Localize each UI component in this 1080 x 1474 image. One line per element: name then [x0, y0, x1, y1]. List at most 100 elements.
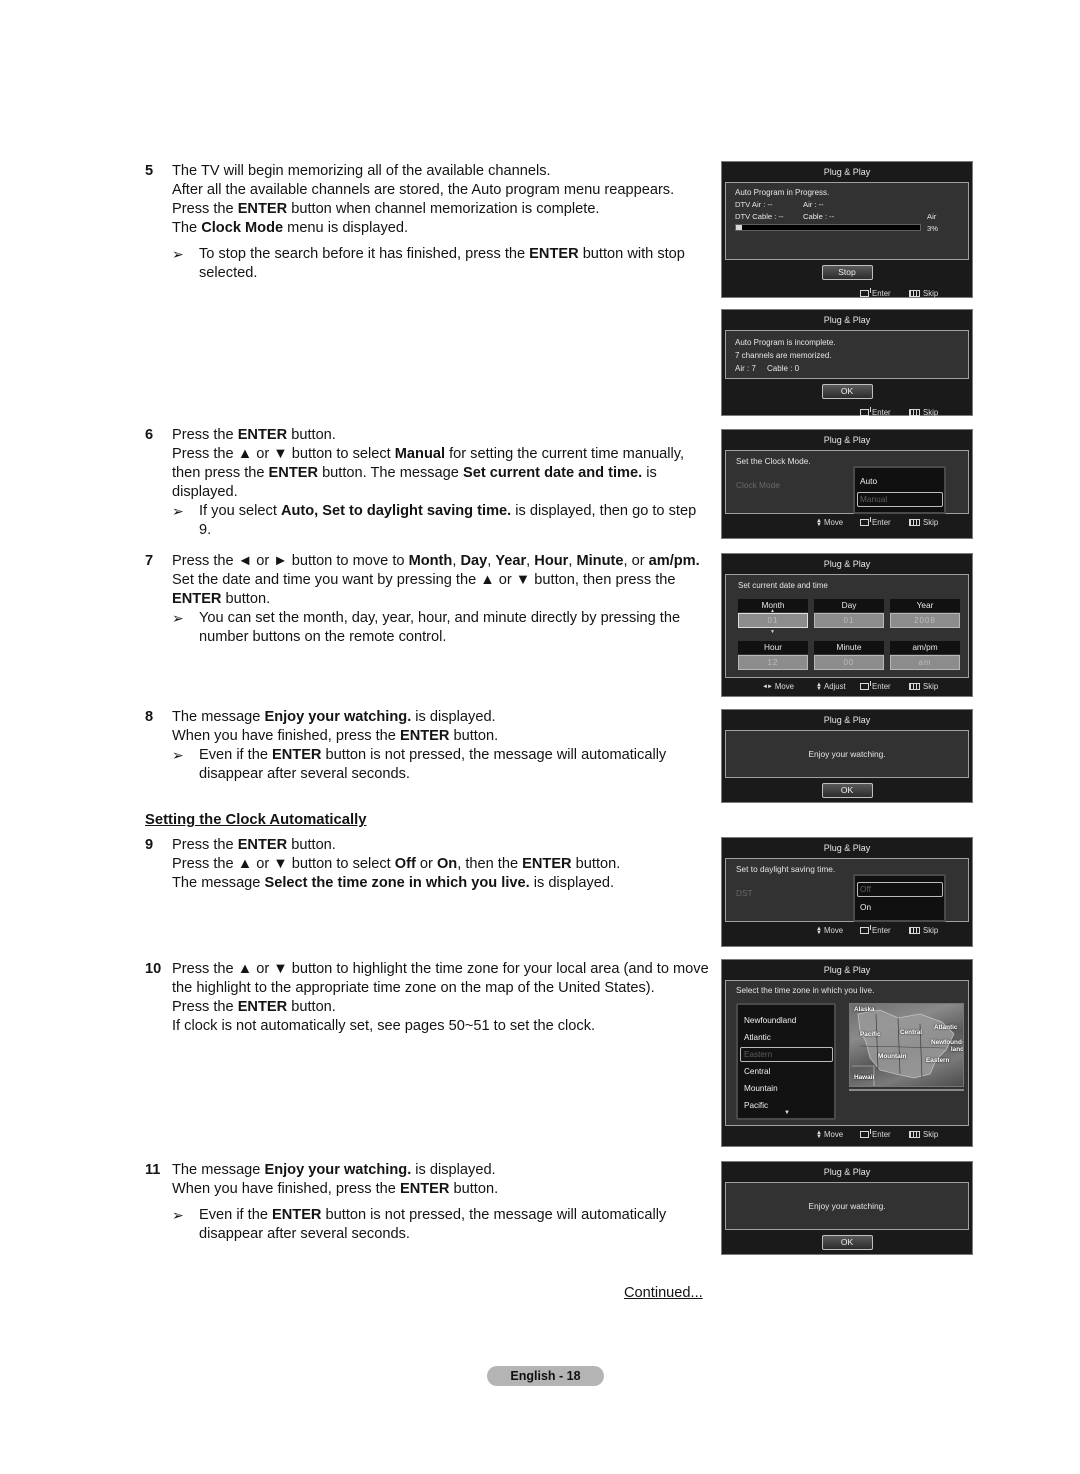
osd-footer: Enter Skip — [722, 404, 972, 422]
skip-hint: Skip — [909, 682, 938, 691]
progress-bar — [735, 224, 921, 231]
step-number: 7 — [145, 553, 154, 569]
up-down-icon: ▲ ▼ — [816, 1129, 822, 1140]
zone-atlantic[interactable]: Atlantic — [740, 1030, 833, 1045]
stop-button[interactable]: Stop — [821, 265, 873, 280]
enter-icon — [860, 407, 871, 416]
zone-newfoundland[interactable]: Newfoundland — [740, 1013, 833, 1028]
scroll-down-icon[interactable]: ▼ — [784, 1110, 790, 1116]
dtv-air-count: DTV Air : -- — [735, 200, 773, 209]
text: or — [415, 856, 437, 872]
zone-eastern[interactable]: Eastern — [740, 1047, 833, 1062]
day-field[interactable]: Day 01 — [814, 599, 884, 628]
dst-message: Set to daylight saving time. — [736, 864, 836, 874]
step-11: 11 The message Enjoy your watching. is di… — [145, 1161, 710, 1244]
note-arrow-icon: ➢ — [172, 503, 184, 519]
skip-hint: Skip — [909, 289, 938, 298]
emphasis-text: Select the time zone in which you live. — [264, 875, 530, 891]
hour-field[interactable]: Hour 12 — [738, 641, 808, 670]
month-field[interactable]: Month 01 ▲ ▼ — [738, 599, 808, 635]
map-label-newfoundland: Newfound-land — [930, 1039, 964, 1053]
map-label-mountain: Mountain — [878, 1053, 907, 1060]
text: If you select — [199, 503, 281, 519]
menu-skip-icon — [909, 1131, 920, 1138]
skip-hint: Skip — [909, 1130, 938, 1139]
zone-mountain[interactable]: Mountain — [740, 1081, 833, 1096]
map-label-eastern: Eastern — [926, 1057, 950, 1064]
osd-enjoy-watching: Plug & Play Enjoy your watching. OK — [721, 709, 973, 803]
map-label-pacific: Pacific — [860, 1031, 881, 1038]
move-hint: ▲ ▼ Move — [816, 1129, 844, 1140]
enter-hint: Enter — [860, 288, 891, 298]
osd-panel: Set to daylight saving time. DST : Off O… — [725, 858, 969, 922]
step-line: When you have finished, press the ENTER … — [172, 727, 710, 746]
option-manual[interactable]: Manual — [857, 492, 943, 507]
page-number-badge: English - 18 — [487, 1366, 604, 1386]
dst-dropdown[interactable]: Off On — [853, 874, 946, 922]
cable-count: Cable : -- — [803, 212, 835, 221]
ok-button[interactable]: OK — [821, 1235, 873, 1250]
channel-summary: Air : 7 Cable : 0 — [735, 364, 800, 373]
adjust-hint: ▲ ▼ Adjust — [816, 681, 846, 692]
text: Press the ▲ or ▼ button to select — [172, 856, 395, 872]
text: Press the ▲ or ▼ button to select — [172, 446, 395, 462]
option-on[interactable]: On — [857, 900, 943, 915]
minute-field[interactable]: Minute 00 — [814, 641, 884, 670]
step-number: 10 — [145, 961, 162, 977]
dst-label: DST — [736, 888, 753, 898]
emphasis-text: Month — [408, 553, 453, 569]
year-field[interactable]: Year 2008 — [890, 599, 960, 628]
option-auto[interactable]: Auto — [857, 474, 943, 489]
step-line: After all the available channels are sto… — [172, 181, 710, 200]
text: is displayed. — [529, 875, 615, 891]
ampm-field[interactable]: am/pm am — [890, 641, 960, 670]
emphasis-text: ENTER — [399, 728, 450, 744]
step-line: The Clock Mode menu is displayed. — [172, 219, 710, 238]
osd-auto-program-progress: Plug & Play Auto Program in Progress. DT… — [721, 161, 973, 298]
emphasis-text: Set current date and time. — [462, 465, 643, 481]
menu-skip-icon — [909, 519, 920, 526]
emphasis-text: Enjoy your watching. — [264, 709, 412, 725]
step-note: ➢ Even if the ENTER button is not pressed… — [172, 1206, 710, 1244]
time-zone-map: Alaska Pacific Central Atlantic Newfound… — [849, 1003, 964, 1087]
osd-clock-mode: Plug & Play Set the Clock Mode. Clock Mo… — [721, 429, 973, 539]
emphasis-text: Manual — [394, 446, 446, 462]
text: , or — [623, 553, 649, 569]
step-note: ➢ Even if the ENTER button is not pressed… — [172, 746, 710, 784]
option-off[interactable]: Off — [857, 882, 943, 897]
ok-button[interactable]: OK — [821, 783, 873, 798]
text: The TV will begin memorizing all of the … — [172, 163, 551, 179]
osd-title: Plug & Play — [823, 435, 871, 445]
enter-icon — [860, 517, 871, 526]
osd-footer: ▲ ▼ Move Enter Skip — [722, 514, 972, 532]
map-label-atlantic: Atlantic — [934, 1024, 958, 1031]
osd-footer: ◄► Move ▲ ▼ Adjust Enter Skip — [722, 678, 972, 696]
time-zone-message: Select the time zone in which you live. — [736, 986, 875, 995]
osd-title: Plug & Play — [823, 559, 871, 569]
osd-footer: ▲ ▼ Move Enter Skip — [722, 922, 972, 940]
memorized-count: 7 channels are memorized. — [735, 351, 832, 360]
emphasis-text: ENTER — [237, 201, 288, 217]
skip-hint: Skip — [909, 518, 938, 527]
enter-hint: Enter — [860, 681, 891, 691]
step-9: 9 Press the ENTER button. Press the ▲ or ▼… — [145, 836, 710, 893]
menu-skip-icon — [909, 290, 920, 297]
enter-icon — [860, 288, 871, 297]
clock-mode-dropdown[interactable]: Auto Manual — [853, 466, 946, 514]
text: Press the ▲ or ▼ button to highlight the… — [172, 961, 709, 996]
emphasis-text: ENTER — [237, 837, 288, 853]
text: If clock is not automatically set, see p… — [172, 1018, 596, 1034]
map-label-central: Central — [900, 1029, 923, 1036]
enjoy-message: Enjoy your watching. — [725, 730, 969, 778]
text: menu is displayed. — [283, 220, 409, 236]
text: Set the date and time you want by pressi… — [172, 572, 676, 588]
step-number: 6 — [145, 427, 154, 443]
ok-button[interactable]: OK — [821, 384, 873, 399]
step-line: Press the ▲ or ▼ button to highlight the… — [172, 960, 710, 998]
emphasis-text: Auto, Set to daylight saving time. — [280, 503, 512, 519]
up-down-icon: ▲ ▼ — [816, 925, 822, 936]
zone-central[interactable]: Central — [740, 1064, 833, 1079]
time-zone-list[interactable]: Newfoundland Atlantic Eastern Central Mo… — [736, 1003, 836, 1120]
text: Press the — [172, 999, 238, 1015]
up-down-icon: ▲ ▼ — [816, 681, 822, 692]
